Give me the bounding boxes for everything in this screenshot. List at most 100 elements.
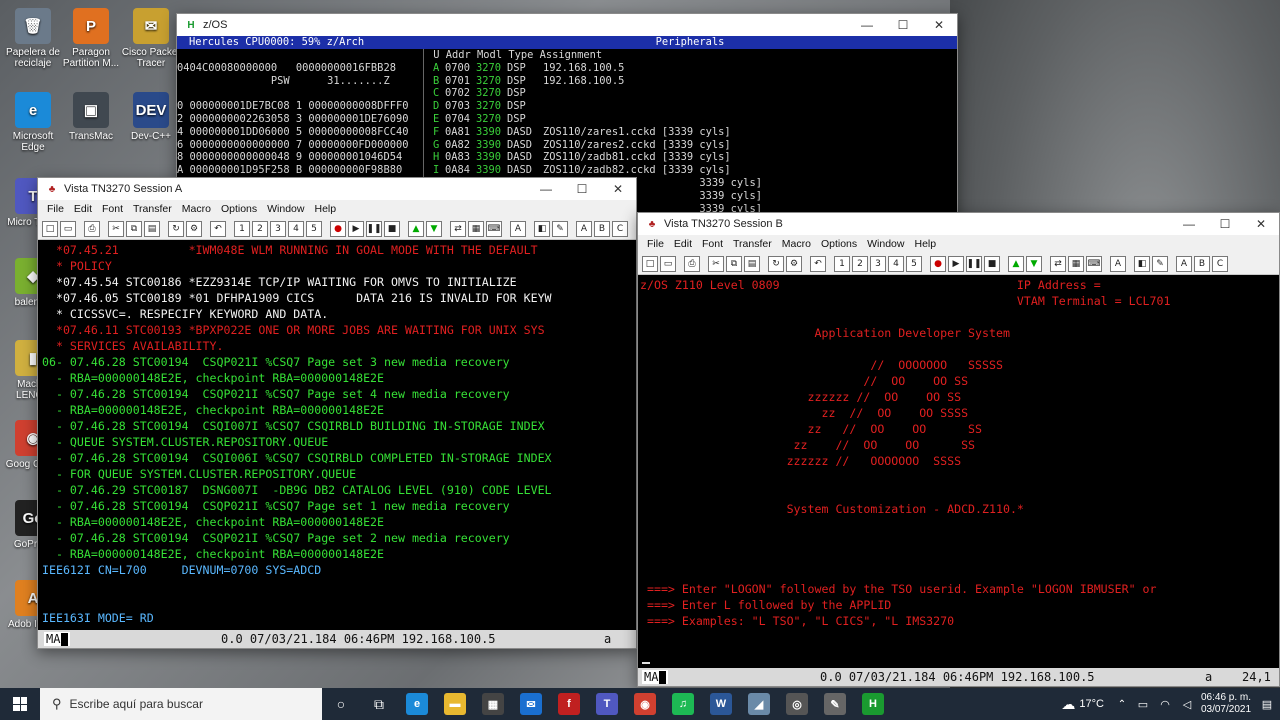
desktop-icon[interactable]: DEV Dev-C++ [120,92,182,142]
menu-file[interactable]: File [42,203,69,215]
font-icon[interactable]: A [510,220,526,237]
macro-edit-icon[interactable]: ✎ [552,220,568,237]
volume-icon[interactable]: ◁ [1176,688,1198,720]
wifi-icon[interactable]: ◠ [1154,688,1176,720]
temperature[interactable]: 17°C [1079,698,1104,710]
taskbar-vmware-icon[interactable]: ◎ [778,688,816,720]
taskbar-search[interactable]: ⚲ Escribe aquí para buscar [40,688,322,720]
taskbar-word-icon[interactable]: W [702,688,740,720]
menu-font[interactable]: Font [697,238,728,250]
desktop-icon[interactable]: 🗑 Papelera de reciclaje [2,8,64,69]
record-icon[interactable]: ● [330,220,346,237]
play-icon[interactable]: ▶ [948,255,964,272]
menu-edit[interactable]: Edit [69,203,97,215]
desktop-icon[interactable]: P Paragon Partition M... [60,8,122,69]
minimize-icon[interactable]: — [1171,213,1207,235]
session-a-window[interactable]: ♣ Vista TN3270 Session A — ☐ ✕ File Edit F… [37,177,637,649]
menu-window[interactable]: Window [262,203,309,215]
open-icon[interactable]: ▭ [660,255,676,272]
macro-3-icon[interactable]: 3 [870,255,886,272]
copy-icon[interactable]: ⧉ [726,255,742,272]
minimize-icon[interactable]: — [849,14,885,36]
taskbar-mail-icon[interactable]: ✉ [512,688,550,720]
paste-icon[interactable]: ▤ [144,220,160,237]
taskbar-tool-icon[interactable]: ✎ [816,688,854,720]
close-icon[interactable]: ✕ [921,14,957,36]
maximize-icon[interactable]: ☐ [885,14,921,36]
macro-1-icon[interactable]: 1 [834,255,850,272]
macro-2-icon[interactable]: 2 [852,255,868,272]
print-icon[interactable]: ⎙ [684,255,700,272]
macro-3-icon[interactable]: 3 [270,220,286,237]
menu-window[interactable]: Window [862,238,909,250]
menu-help[interactable]: Help [309,203,341,215]
stop-icon[interactable]: ■ [384,220,400,237]
keypad-icon[interactable]: ▦ [468,220,484,237]
color-icon[interactable]: ◧ [534,220,550,237]
chevron-up-icon[interactable]: ⌃ [1112,688,1132,720]
clock[interactable]: 06:46 p. m. 03/07/2021 [1198,692,1254,716]
macro-5-icon[interactable]: 5 [906,255,922,272]
menu-edit[interactable]: Edit [669,238,697,250]
menu-macro[interactable]: Macro [777,238,816,250]
new-icon[interactable]: □ [642,255,658,272]
session-a-icon[interactable]: A [1176,255,1192,272]
play-icon[interactable]: ▶ [348,220,364,237]
taskbar-spotify-icon[interactable]: ♫ [664,688,702,720]
desktop-icon[interactable]: ▣ TransMac [60,92,122,142]
menu-macro[interactable]: Macro [177,203,216,215]
pause-icon[interactable]: ❚❚ [966,255,982,272]
session-a-icon[interactable]: A [576,220,592,237]
taskbar-explorer-icon[interactable]: ▬ [436,688,474,720]
down-icon[interactable]: ▼ [1026,255,1042,272]
up-icon[interactable]: ▲ [1008,255,1024,272]
taskbar-flash-icon[interactable]: f [550,688,588,720]
session-b-icon[interactable]: B [594,220,610,237]
undo-icon[interactable]: ↶ [810,255,826,272]
taskbar-edge-icon[interactable]: e [398,688,436,720]
taskbar-hercules-icon[interactable]: H [854,688,892,720]
pause-icon[interactable]: ❚❚ [366,220,382,237]
menu-transfer[interactable]: Transfer [728,238,777,250]
macro-5-icon[interactable]: 5 [306,220,322,237]
refresh-icon[interactable]: ↻ [168,220,184,237]
color-icon[interactable]: ◧ [1134,255,1150,272]
session-c-icon[interactable]: C [612,220,628,237]
desktop-icon[interactable]: ✉ Cisco Packet Tracer [120,8,182,69]
stop-icon[interactable]: ■ [984,255,1000,272]
menu-options[interactable]: Options [816,238,862,250]
network-icon[interactable]: ▭ [1132,688,1154,720]
notifications-icon[interactable]: ▤ [1254,688,1280,720]
cut-icon[interactable]: ✂ [708,255,724,272]
menu-help[interactable]: Help [909,238,941,250]
settings-icon[interactable]: ⚙ [786,255,802,272]
keypad-icon[interactable]: ▦ [1068,255,1084,272]
taskbar-app-icon[interactable]: ◢ [740,688,778,720]
down-icon[interactable]: ▼ [426,220,442,237]
cortana-icon[interactable]: ○ [322,688,360,720]
hercules-titlebar[interactable]: H z/OS — ☐ ✕ [177,14,957,36]
menu-options[interactable]: Options [216,203,262,215]
maximize-icon[interactable]: ☐ [1207,213,1243,235]
paste-icon[interactable]: ▤ [744,255,760,272]
session-c-icon[interactable]: C [1212,255,1228,272]
taskbar-store-icon[interactable]: ▦ [474,688,512,720]
copy-icon[interactable]: ⧉ [126,220,142,237]
print-icon[interactable]: ⎙ [84,220,100,237]
session-b-icon[interactable]: B [1194,255,1210,272]
close-icon[interactable]: ✕ [600,178,636,200]
cut-icon[interactable]: ✂ [108,220,124,237]
session-a-titlebar[interactable]: ♣ Vista TN3270 Session A — ☐ ✕ [38,178,636,200]
transfer-icon[interactable]: ⇄ [450,220,466,237]
open-icon[interactable]: ▭ [60,220,76,237]
settings-icon[interactable]: ⚙ [186,220,202,237]
task-view-icon[interactable]: ⧉ [360,688,398,720]
taskbar-chrome-icon[interactable]: ◉ [626,688,664,720]
menu-font[interactable]: Font [97,203,128,215]
macro-1-icon[interactable]: 1 [234,220,250,237]
session-b-window[interactable]: ♣ Vista TN3270 Session B — ☐ ✕ File Edit F… [637,212,1280,687]
macro-4-icon[interactable]: 4 [288,220,304,237]
desktop-icon[interactable]: e Microsoft Edge [2,92,64,153]
session-b-terminal[interactable]: z/OS Z110 Level 0809 IP Address = VTAM T… [638,275,1279,668]
macro-2-icon[interactable]: 2 [252,220,268,237]
